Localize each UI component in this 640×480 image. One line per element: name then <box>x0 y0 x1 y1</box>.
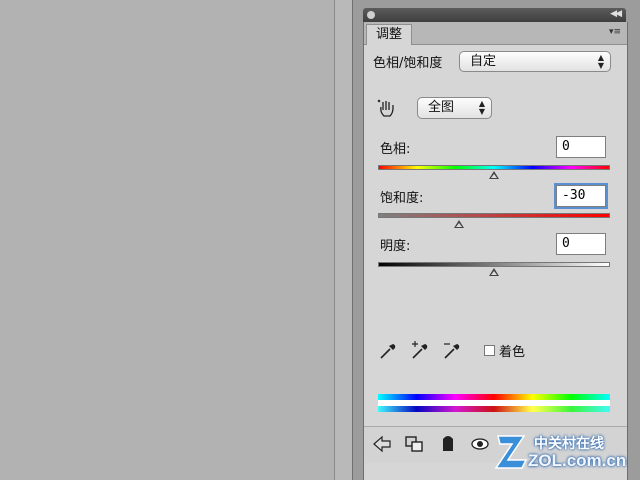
lightness-input[interactable]: 0 <box>556 233 606 255</box>
mask-icon[interactable] <box>438 435 458 453</box>
chevron-updown-icon: ▲ ▼ <box>597 53 604 70</box>
chevron-updown-icon: ▲ ▼ <box>478 99 485 116</box>
section-title: 色相/饱和度 <box>373 56 443 71</box>
hue-input[interactable]: 0 <box>556 136 606 158</box>
preset-dropdown[interactable]: 自定 ▲ ▼ <box>459 51 611 72</box>
adjustments-panel: 调整 ▾≡ 色相/饱和度 自定 ▲ ▼ 全图 ▲ ▼ 色相: 0 饱和度: -30 … <box>363 22 628 480</box>
panel-tabbar: 调整 ▾≡ <box>364 22 627 45</box>
lightness-slider[interactable] <box>378 262 610 267</box>
saturation-slider-thumb[interactable] <box>454 220 465 228</box>
back-arrow-icon[interactable] <box>372 435 392 453</box>
eyedropper-icon[interactable] <box>377 340 399 362</box>
preset-value: 自定 <box>470 54 497 69</box>
document-canvas <box>0 0 335 480</box>
channel-dropdown[interactable]: 全图 ▲ ▼ <box>417 97 492 119</box>
hue-slider[interactable] <box>378 165 610 170</box>
close-panel-icon[interactable] <box>367 11 375 19</box>
panel-titlebar[interactable]: ◀◀ <box>363 8 626 22</box>
lightness-label: 明度: <box>380 239 411 254</box>
lightness-slider-thumb[interactable] <box>489 268 499 276</box>
saturation-input[interactable]: -30 <box>554 183 608 209</box>
eye-icon[interactable] <box>470 435 490 453</box>
output-color-bar <box>378 406 610 412</box>
panel-menu-icon[interactable]: ▾≡ <box>609 27 621 37</box>
collapse-icon[interactable]: ◀◀ <box>610 9 622 19</box>
resize-icon[interactable] <box>404 435 424 453</box>
tab-adjustments[interactable]: 调整 <box>366 24 413 45</box>
watermark-brand: ZOL.com.cn <box>528 451 627 470</box>
colorize-label: 着色 <box>499 345 526 360</box>
workspace-gap <box>335 0 352 480</box>
saturation-label: 饱和度: <box>380 191 424 206</box>
hue-slider-thumb[interactable] <box>489 171 499 179</box>
channel-value: 全图 <box>428 100 455 115</box>
eyedropper-plus-icon[interactable] <box>409 340 431 362</box>
hue-label: 色相: <box>380 142 411 157</box>
eyedropper-minus-icon[interactable] <box>441 340 463 362</box>
watermark-subtitle: 中关村在线 <box>534 435 604 451</box>
saturation-slider[interactable] <box>378 213 610 218</box>
colorize-checkbox[interactable] <box>484 345 495 356</box>
targeted-adjustment-icon[interactable] <box>376 98 398 120</box>
